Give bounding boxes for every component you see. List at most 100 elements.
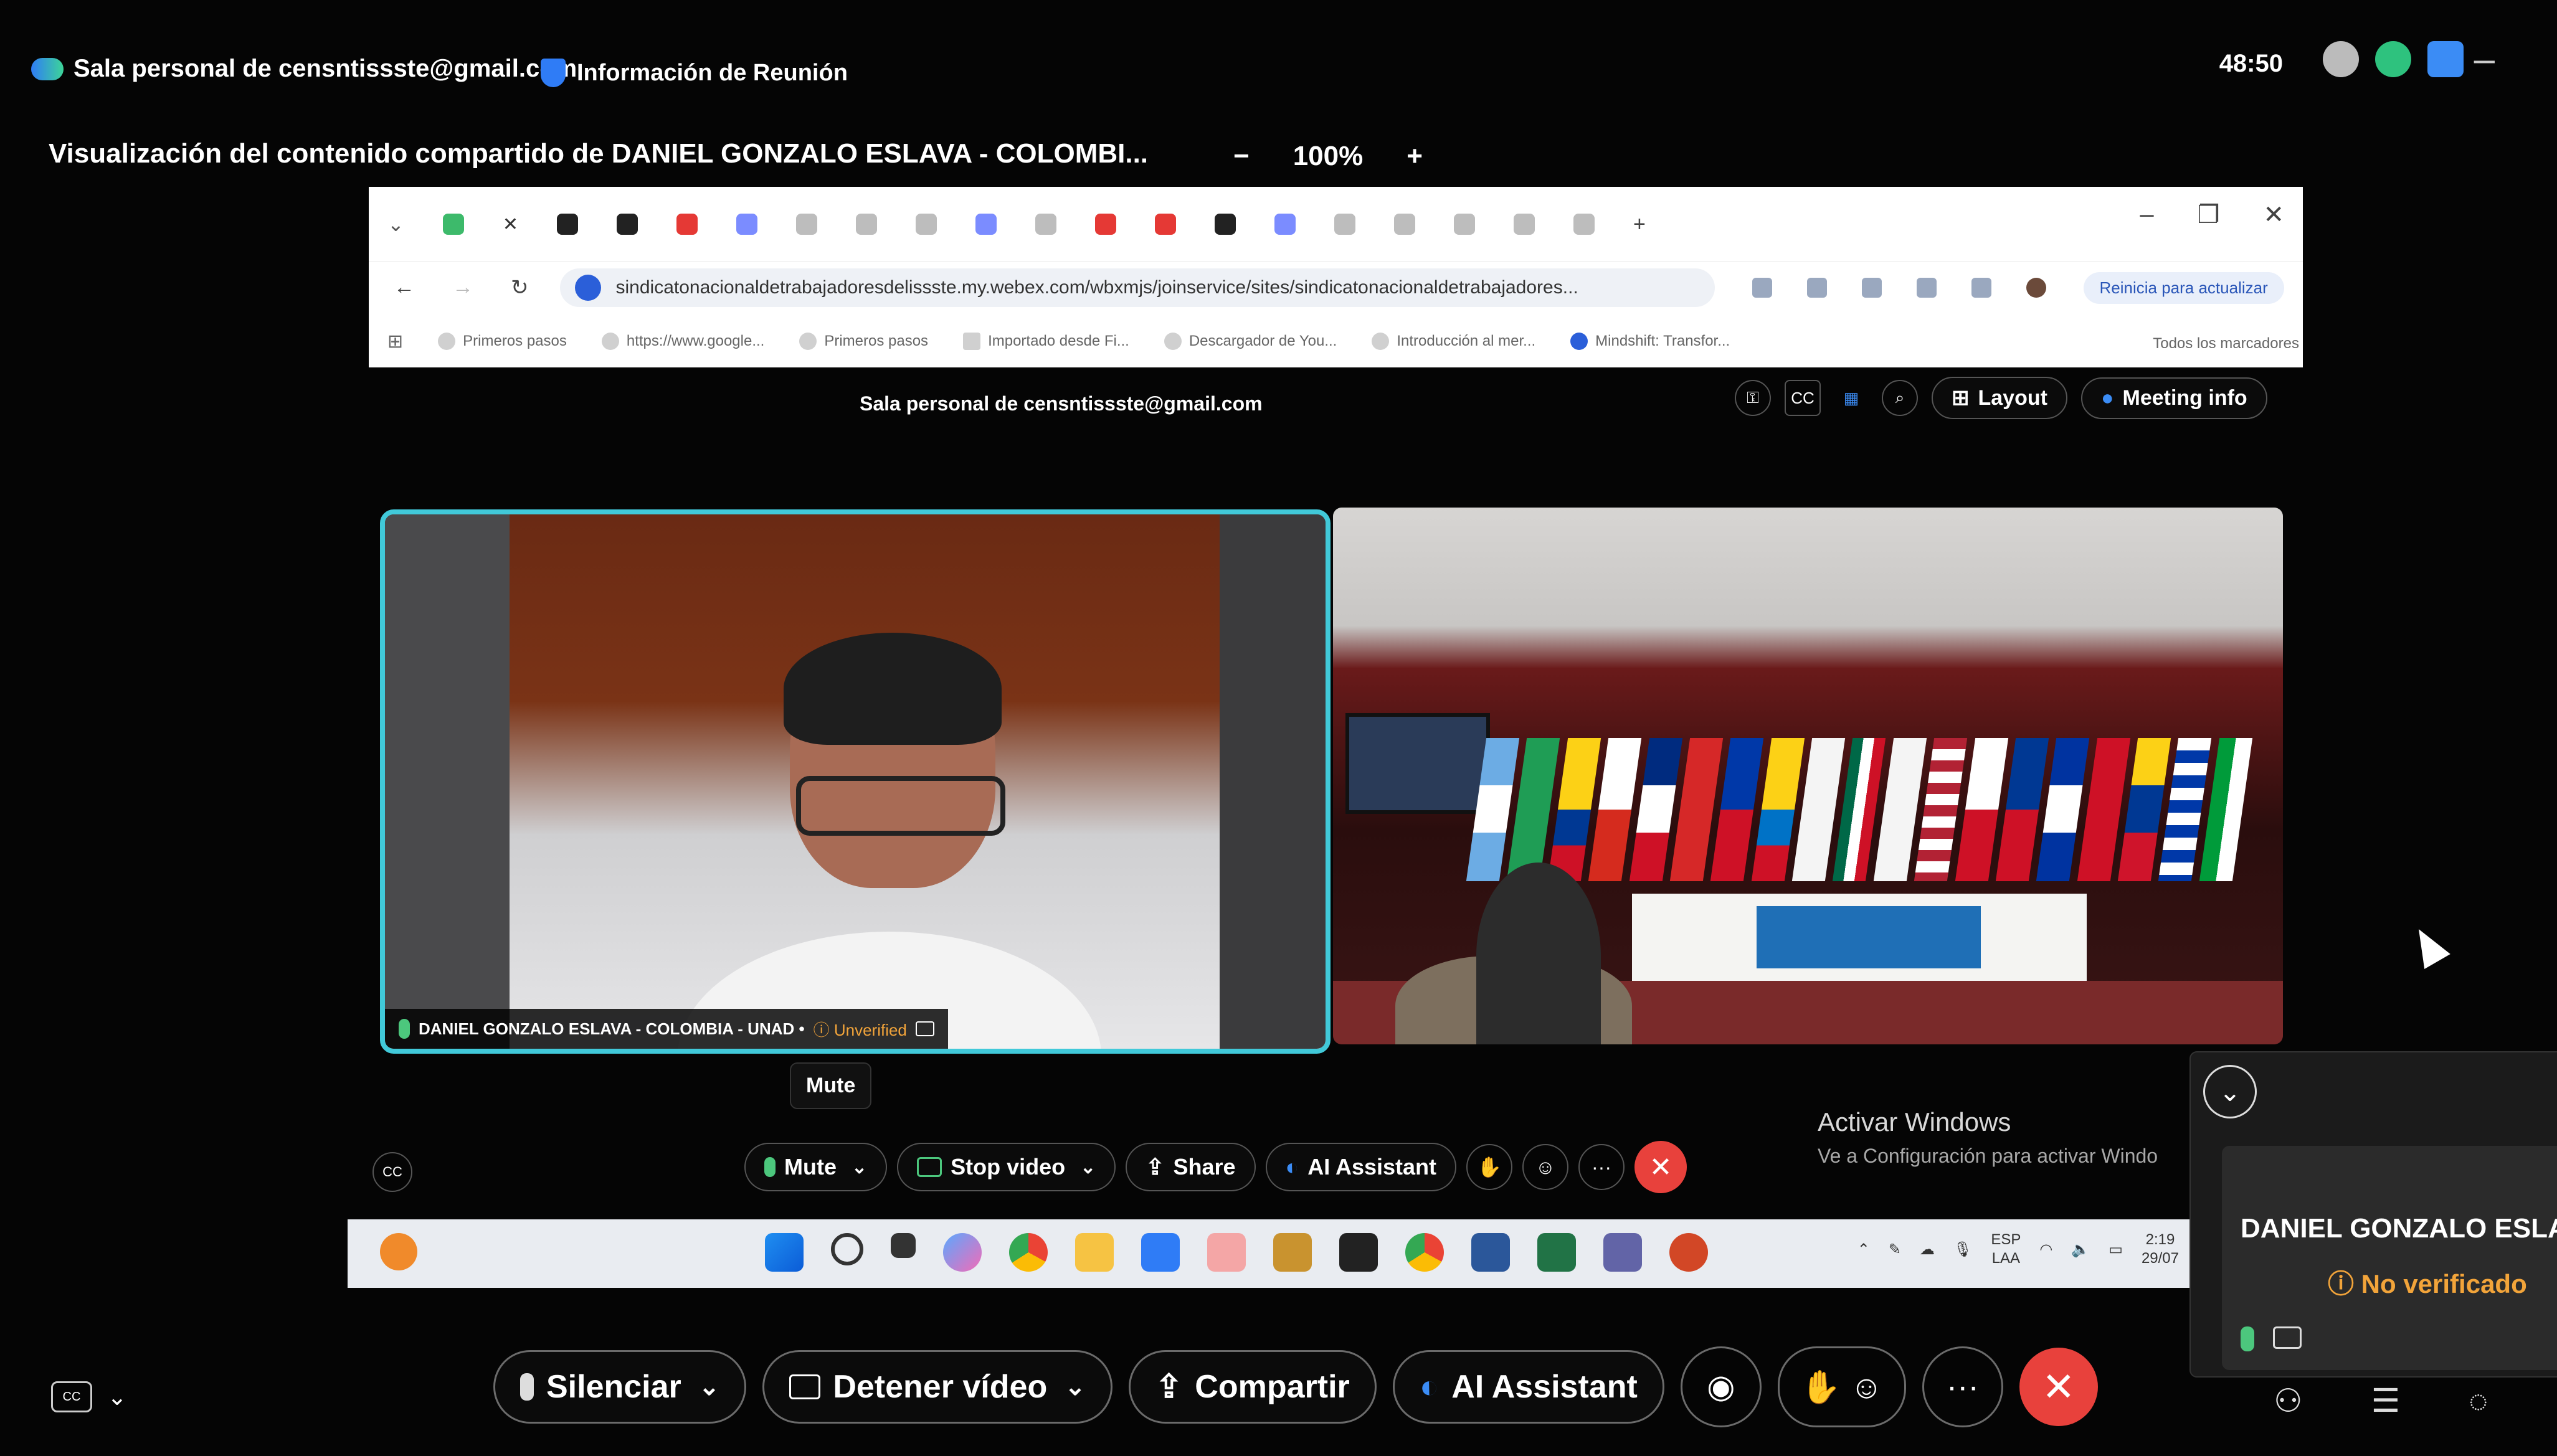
tab-youtube[interactable] xyxy=(1154,214,1176,235)
defender-icon[interactable] xyxy=(1141,1233,1180,1272)
close-tab-icon[interactable]: ✕ xyxy=(503,214,518,235)
add-calendar-icon[interactable]: ▦ xyxy=(1834,381,1868,415)
stop-video-button[interactable]: Detener vídeo ⌄ xyxy=(762,1350,1112,1424)
tab-google[interactable] xyxy=(1393,214,1415,235)
apps-icon[interactable]: ⊞ xyxy=(387,331,403,352)
network-stats-icon[interactable] xyxy=(2375,41,2411,77)
tab-icon[interactable] xyxy=(975,214,997,235)
address-bar[interactable]: sindicatonacionaldetrabajadoresdelissste… xyxy=(559,268,1715,307)
chat-icon[interactable]: ◌ xyxy=(2469,1383,2488,1420)
browser-minimize-icon[interactable]: – xyxy=(2140,201,2153,229)
participants-icon[interactable]: ⚇ xyxy=(2274,1383,2303,1420)
chevron-down-icon[interactable]: ⌄ xyxy=(699,1373,720,1401)
bookmark-item[interactable]: Mindshift: Transfor... xyxy=(1570,333,1730,350)
tab-icon[interactable] xyxy=(676,214,698,235)
word-icon[interactable] xyxy=(1471,1233,1510,1272)
tab-icon[interactable] xyxy=(556,214,578,235)
inner-ai-assistant-button[interactable]: ◐ AI Assistant xyxy=(1265,1143,1456,1191)
more-options-button[interactable]: ··· xyxy=(1922,1346,2003,1427)
key-icon[interactable] xyxy=(2323,41,2359,77)
inner-mute-button[interactable]: Mute ⌄ xyxy=(744,1143,888,1191)
cloud-icon[interactable]: ☁ xyxy=(1920,1241,1935,1259)
mute-button[interactable]: Silenciar ⌄ xyxy=(493,1350,747,1424)
bookmark-item[interactable]: Primeros pasos xyxy=(438,333,567,350)
tab-icon[interactable] xyxy=(616,214,638,235)
search-icon[interactable] xyxy=(831,1233,863,1265)
add-calendar-icon[interactable] xyxy=(2427,41,2464,77)
bookmark-item[interactable]: https://www.google... xyxy=(601,333,764,350)
extension-icon[interactable] xyxy=(1752,278,1772,298)
tab-icon[interactable] xyxy=(1334,214,1355,235)
layout-button[interactable]: ⊞ Layout xyxy=(1932,377,2067,419)
ai-assistant-button[interactable]: ◐ AI Assistant xyxy=(1392,1350,1664,1424)
chrome-icon[interactable] xyxy=(1009,1233,1048,1272)
app-icon[interactable] xyxy=(1339,1233,1378,1272)
video-tile-active-speaker[interactable]: DANIEL GONZALO ESLAVA - COLOMBIA - UNAD … xyxy=(380,509,1331,1054)
tab-youtube[interactable] xyxy=(1094,214,1116,235)
tab-google[interactable] xyxy=(1573,214,1595,235)
chrome-icon[interactable] xyxy=(1405,1233,1444,1272)
captions-button[interactable]: CC xyxy=(372,1152,412,1192)
tab-icon[interactable] xyxy=(736,214,757,235)
teams-icon[interactable] xyxy=(1603,1233,1642,1272)
extension-icon[interactable] xyxy=(1806,278,1827,298)
bookmark-item[interactable]: Primeros pasos xyxy=(799,333,928,350)
download-icon[interactable] xyxy=(1971,278,1991,298)
volume-icon[interactable]: 🔈 xyxy=(2071,1241,2090,1259)
new-tab-icon[interactable]: + xyxy=(1633,212,1646,237)
record-icon[interactable]: ◉ xyxy=(1680,1346,1762,1427)
reload-icon[interactable]: ↻ xyxy=(511,275,529,300)
collapse-chevron-icon[interactable]: ⌄ xyxy=(2203,1065,2257,1118)
excel-icon[interactable] xyxy=(1537,1233,1576,1272)
captions-menu[interactable]: CC ⌄ xyxy=(51,1381,127,1412)
minimize-icon[interactable]: – xyxy=(2474,37,2495,80)
task-view-icon[interactable] xyxy=(891,1233,916,1258)
all-bookmarks-folder[interactable]: Todos los marcadores xyxy=(2153,335,2299,352)
end-call-button[interactable]: ✕ xyxy=(2019,1348,2098,1426)
video-tile-conference-room[interactable] xyxy=(1333,508,2283,1044)
zoom-icon[interactable]: ⌕ xyxy=(1882,380,1918,416)
reactions-icon[interactable]: ☺ xyxy=(1522,1144,1568,1190)
tab-icon[interactable] xyxy=(855,214,877,235)
clock[interactable]: 2:19 29/07 xyxy=(2142,1231,2179,1268)
inner-stop-video-button[interactable]: Stop video ⌄ xyxy=(897,1143,1116,1191)
browser-restore-icon[interactable]: ❐ xyxy=(2198,201,2220,229)
zoom-in-button[interactable]: + xyxy=(1407,141,1423,172)
tab-list-icon[interactable]: ⌄ xyxy=(387,212,404,236)
paint-icon[interactable] xyxy=(1207,1233,1246,1272)
language-indicator[interactable]: ESP LAA xyxy=(1991,1231,2021,1268)
share-button[interactable]: ⇪ Compartir xyxy=(1128,1350,1377,1424)
back-icon[interactable]: ← xyxy=(394,275,415,300)
profile-avatar[interactable] xyxy=(2026,278,2046,298)
raise-hand-icon[interactable]: ✋ ☺ xyxy=(1777,1346,1906,1427)
copilot-icon[interactable] xyxy=(943,1233,982,1272)
chevron-down-icon[interactable]: ⌄ xyxy=(1065,1373,1086,1401)
update-button[interactable]: Reinicia para actualizar xyxy=(2083,272,2284,304)
tab-icon[interactable] xyxy=(1453,214,1475,235)
mic-tray-icon[interactable]: 🎙 xyxy=(1953,1241,1972,1259)
battery-icon[interactable]: ▭ xyxy=(2109,1241,2123,1259)
bookmark-folder[interactable]: Importado desde Fi... xyxy=(963,333,1129,350)
chevron-up-icon[interactable]: ⌃ xyxy=(1857,1241,1870,1259)
captions-icon[interactable]: CC xyxy=(1785,380,1821,416)
tab-icon[interactable] xyxy=(1214,214,1236,235)
extension-icon[interactable] xyxy=(1861,278,1882,298)
tab-whatsapp[interactable] xyxy=(442,214,464,235)
tab-icon[interactable] xyxy=(1274,214,1296,235)
extensions-puzzle-icon[interactable] xyxy=(1916,278,1937,298)
chevron-down-icon[interactable]: ⌄ xyxy=(1080,1156,1096,1178)
forward-icon[interactable]: → xyxy=(452,275,473,300)
end-call-button[interactable]: ✕ xyxy=(1634,1141,1687,1193)
browser-close-icon[interactable]: ✕ xyxy=(2263,201,2284,229)
windows-start-icon[interactable] xyxy=(765,1233,804,1272)
wifi-icon[interactable]: ◠ xyxy=(2039,1241,2052,1259)
chevron-down-icon[interactable]: ⌄ xyxy=(852,1156,867,1178)
tab-google[interactable] xyxy=(1513,214,1535,235)
layout-list-icon[interactable]: ☰ xyxy=(2371,1383,2401,1420)
pen-icon[interactable]: ✎ xyxy=(1889,1241,1901,1259)
key-icon[interactable]: ⚿ xyxy=(1735,380,1771,416)
tab-icon[interactable] xyxy=(795,214,817,235)
tab-icon[interactable] xyxy=(1035,214,1056,235)
more-options-button[interactable]: ··· xyxy=(1578,1144,1625,1190)
raise-hand-icon[interactable]: ✋ xyxy=(1466,1144,1512,1190)
